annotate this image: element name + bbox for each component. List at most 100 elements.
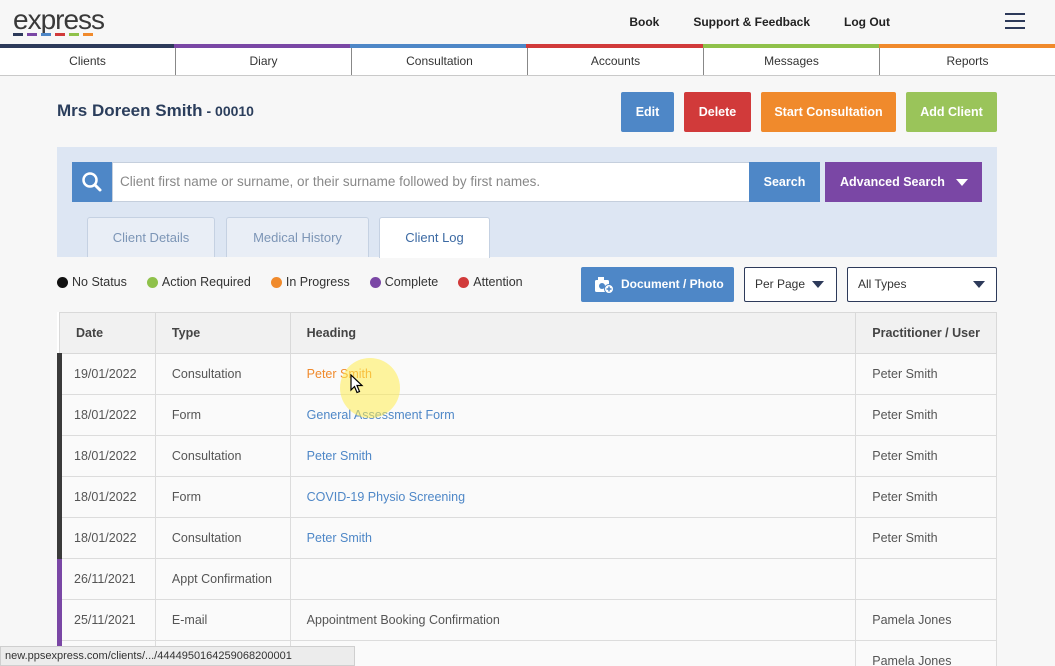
cell-type: Appt Confirmation xyxy=(154,558,291,600)
cell-text: Peter Smith xyxy=(872,449,938,463)
nav-item-reports[interactable]: Reports xyxy=(880,48,1055,75)
table-row[interactable]: 26/11/2021 Appt Confirmation xyxy=(57,558,997,600)
logout-link[interactable]: Log Out xyxy=(844,15,890,29)
status-dot-icon xyxy=(146,276,158,288)
cell-text: Peter Smith xyxy=(872,408,938,422)
nav-item-diary[interactable]: Diary xyxy=(176,48,352,75)
table-row[interactable]: 18/01/2022 Consultation Peter Smith Peter S… xyxy=(57,517,997,559)
cell-heading: COVID-19 Physio Screening xyxy=(289,476,857,518)
legend-item-complete: Complete xyxy=(369,275,438,289)
cell-text: 19/01/2022 xyxy=(74,367,137,381)
logo-stripe xyxy=(83,33,93,36)
client-number: - 00010 xyxy=(206,103,254,119)
cell-date: 18/01/2022 xyxy=(57,394,156,436)
cell-date: 18/01/2022 xyxy=(57,517,156,559)
tab-client-details[interactable]: Client Details xyxy=(87,217,215,257)
top-nav: Book Support & Feedback Log Out xyxy=(595,15,890,29)
status-dot-icon xyxy=(270,276,282,288)
table-row[interactable]: 18/01/2022 Form COVID-19 Physio Screening P… xyxy=(57,476,997,518)
document-photo-button[interactable]: Document / Photo xyxy=(581,267,734,302)
hamburger-icon[interactable] xyxy=(1005,13,1025,29)
tab-medical-history[interactable]: Medical History xyxy=(226,217,369,257)
table-header-row: Date Type Heading Practitioner / User xyxy=(59,312,997,354)
table-row[interactable]: 19/01/2022 Consultation Peter Smith Peter S… xyxy=(57,353,997,395)
cell-text: Peter Smith xyxy=(872,367,938,381)
cell-user: Pamela Jones xyxy=(855,640,997,666)
cell-type: Consultation xyxy=(154,353,291,395)
browser-status-bar: new.ppsexpress.com/clients/.../444495016… xyxy=(0,646,355,666)
search-input[interactable]: Client first name or surname, or their s… xyxy=(112,162,750,202)
document-photo-label: Document / Photo xyxy=(621,277,724,291)
cell-user: Peter Smith xyxy=(855,435,997,477)
cell-date: 18/01/2022 xyxy=(57,476,156,518)
nav-item-messages[interactable]: Messages xyxy=(704,48,880,75)
cell-type: Consultation xyxy=(154,435,291,477)
cursor-highlight xyxy=(340,358,400,418)
search-icon[interactable] xyxy=(72,162,112,202)
table-row[interactable]: 18/01/2022 Form General Assessment Form Pet… xyxy=(57,394,997,436)
chevron-down-icon xyxy=(973,281,985,288)
heading-link[interactable]: COVID-19 Physio Screening xyxy=(307,490,465,504)
cell-text: Peter Smith xyxy=(872,490,938,504)
cell-date: 25/11/2021 xyxy=(57,599,156,641)
heading-link[interactable]: Peter Smith xyxy=(307,449,372,463)
search-button[interactable]: Search xyxy=(749,162,820,202)
logo-stripe xyxy=(69,33,79,36)
column-header-type[interactable]: Type xyxy=(154,312,291,354)
nav-item-consultation[interactable]: Consultation xyxy=(352,48,528,75)
start-consultation-button[interactable]: Start Consultation xyxy=(761,92,896,132)
delete-button[interactable]: Delete xyxy=(684,92,751,132)
type-filter-select[interactable]: All Types xyxy=(847,267,997,302)
advanced-search-button[interactable]: Advanced Search xyxy=(825,162,982,202)
main-nav: Clients Diary Consultation Accounts Messages… xyxy=(0,48,1055,76)
legend-label: Attention xyxy=(473,275,523,289)
cell-date: 19/01/2022 xyxy=(57,353,156,395)
cell-type: Form xyxy=(154,476,291,518)
client-name: Mrs Doreen Smith xyxy=(57,101,203,120)
cell-text: 18/01/2022 xyxy=(74,531,137,545)
table-row[interactable]: 18/01/2022 Consultation Peter Smith Peter S… xyxy=(57,435,997,477)
cell-text: Consultation xyxy=(171,449,242,463)
legend-label: In Progress xyxy=(285,275,350,289)
cell-heading: Appointment Booking Confirmation xyxy=(289,599,857,641)
status-dot-icon xyxy=(57,276,68,288)
column-header-practitioner[interactable]: Practitioner / User xyxy=(855,312,997,354)
heading-link[interactable]: Peter Smith xyxy=(307,531,372,545)
legend-label: No Status xyxy=(72,275,127,289)
table-row[interactable]: 25/11/2021 E-mail Appointment Booking Conf… xyxy=(57,599,997,641)
cell-text: 18/01/2022 xyxy=(74,490,137,504)
cell-type: E-mail xyxy=(154,599,291,641)
status-dot-icon xyxy=(458,276,470,288)
legend-label: Action Required xyxy=(161,275,251,289)
cell-text: Peter Smith xyxy=(872,531,938,545)
cell-heading xyxy=(289,558,857,600)
cell-user: Peter Smith xyxy=(855,353,997,395)
status-legend: No Status Action Required In Progress Compl… xyxy=(57,275,543,289)
per-page-select[interactable]: Per Page xyxy=(744,267,837,302)
cell-text: Form xyxy=(171,408,202,422)
cell-heading: Peter Smith xyxy=(289,435,857,477)
cell-text: Pamela Jones xyxy=(872,613,952,627)
legend-item-in-progress: In Progress xyxy=(270,275,350,289)
cell-text: Appt Confirmation xyxy=(171,572,272,586)
cell-text: 26/11/2021 xyxy=(74,572,136,586)
column-header-heading[interactable]: Heading xyxy=(289,312,857,354)
cell-date: 18/01/2022 xyxy=(57,435,156,477)
top-bar: express Book Support & Feedback Log Out xyxy=(0,0,1055,44)
app-logo[interactable]: express xyxy=(13,4,105,36)
edit-button[interactable]: Edit xyxy=(621,92,674,132)
column-header-date[interactable]: Date xyxy=(59,312,156,354)
client-log-table: Date Type Heading Practitioner / User 19… xyxy=(57,312,997,666)
support-feedback-link[interactable]: Support & Feedback xyxy=(693,15,810,29)
logo-stripe xyxy=(27,33,37,36)
book-link[interactable]: Book xyxy=(629,15,659,29)
cell-text: 25/11/2021 xyxy=(74,613,136,627)
add-client-button[interactable]: Add Client xyxy=(906,92,997,132)
cell-text: 18/01/2022 xyxy=(74,449,137,463)
tab-client-log[interactable]: Client Log xyxy=(379,217,490,258)
nav-item-accounts[interactable]: Accounts xyxy=(528,48,704,75)
nav-item-clients[interactable]: Clients xyxy=(0,48,176,75)
legend-item-no-status: No Status xyxy=(57,275,127,289)
page-title: Mrs Doreen Smith - 00010 xyxy=(57,101,254,121)
per-page-label: Per Page xyxy=(755,277,806,291)
